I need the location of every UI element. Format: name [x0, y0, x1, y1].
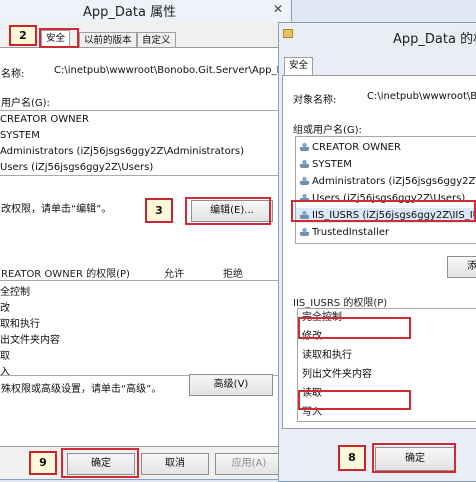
right-permission-list: 完全控制 修改 读取和执行 列出文件夹内容 读取 写入: [297, 308, 476, 422]
deny-header: 拒绝: [223, 269, 243, 280]
user-group-icon: [300, 142, 309, 151]
tab-customize[interactable]: 自定义: [137, 32, 176, 48]
list-item[interactable]: SYSTEM: [0, 128, 40, 143]
ok-button[interactable]: 确定: [67, 453, 135, 475]
tab-security-right[interactable]: 安全: [284, 57, 314, 75]
list-item-selected[interactable]: IIS_IUSRS (iZj56jsgs6ggy2Z\IIS_IUSR: [296, 208, 476, 223]
user-group-icon: [300, 159, 309, 168]
user-group-icon: [300, 176, 309, 185]
right-user-list[interactable]: CREATOR OWNER SYSTEM Administrators (iZj…: [295, 136, 476, 244]
permission-item: 读取: [302, 388, 322, 399]
list-item[interactable]: TrustedInstaller: [300, 225, 389, 240]
folder-icon: [283, 29, 293, 38]
user-group-icon: [300, 193, 309, 202]
step-badge-9: 9: [29, 451, 57, 475]
change-hint: 改权限，请单击“编辑”。: [1, 204, 112, 215]
apply-button[interactable]: 应用(A): [215, 453, 283, 475]
permission-item: 完全控制: [302, 312, 342, 323]
permission-list: 全控制 改 取和执行 出文件夹内容 取 入: [0, 280, 283, 376]
user-name: IIS_IUSRS (iZj56jsgs6ggy2Z\IIS_IUSR: [312, 210, 476, 221]
right-security-sheet: 对象名称: C:\inetpub\wwwroot\Bo 组或用户名(G): CR…: [282, 75, 476, 429]
right-ok-button[interactable]: 确定: [375, 447, 455, 471]
user-group-icon: [300, 210, 309, 219]
right-object-name-label: 对象名称:: [293, 95, 337, 106]
user-group-icon: [300, 227, 309, 236]
allow-header: 允许: [164, 269, 184, 280]
group-label: 用户名(G):: [1, 98, 50, 109]
right-group-label: 组或用户名(G):: [293, 125, 362, 136]
user-name: Users (iZj56jsgs6ggy2Z\Users): [312, 193, 466, 204]
right-titlebar: App_Data 的权: [279, 23, 476, 49]
edit-button[interactable]: 编辑(E)...: [191, 200, 273, 222]
user-list[interactable]: CREATOR OWNER SYSTEM Administrators (iZj…: [0, 110, 283, 176]
user-name: CREATOR OWNER: [312, 142, 401, 153]
tab-previous-versions[interactable]: 以前的版本: [79, 32, 137, 48]
user-name: Administrators (iZj56jsgs6ggy2Z\Adr: [312, 176, 476, 187]
right-permissions-window: App_Data 的权 安全 对象名称: C:\inetpub\wwwroot\…: [278, 22, 476, 482]
right-object-name-value: C:\inetpub\wwwroot\Bo: [367, 91, 476, 102]
list-item[interactable]: Users (iZj56jsgs6ggy2Z\Users): [0, 160, 153, 175]
list-item[interactable]: Administrators (iZj56jsgs6ggy2Z\Administ…: [0, 144, 244, 159]
permission-item: 列出文件夹内容: [302, 369, 372, 380]
permission-item: 读取和执行: [302, 350, 352, 361]
list-item[interactable]: SYSTEM: [300, 157, 352, 172]
object-name-label: 名称:: [1, 69, 25, 80]
list-item[interactable]: CREATOR OWNER: [300, 140, 401, 155]
permission-item: 写入: [302, 407, 322, 418]
left-titlebar: App_Data 属性 ✕: [0, 0, 291, 21]
list-item[interactable]: Users (iZj56jsgs6ggy2Z\Users): [300, 191, 465, 206]
step-badge-3: 3: [145, 198, 173, 223]
perm-header: REATOR OWNER 的权限(P): [1, 269, 130, 280]
permission-item: 全控制: [0, 287, 30, 298]
user-name: TrustedInstaller: [312, 227, 390, 238]
list-item[interactable]: Administrators (iZj56jsgs6ggy2Z\Adr: [300, 174, 476, 189]
permission-item: 改: [0, 303, 10, 314]
permission-item: 取: [0, 351, 10, 362]
right-window-title: App_Data 的权: [393, 32, 476, 47]
advanced-hint: 殊权限或高级设置，请单击“高级”。: [1, 384, 162, 395]
left-security-sheet: 名称: C:\inetpub\wwwroot\Bonobo.Git.Server…: [0, 47, 291, 447]
permission-item: 取和执行: [0, 319, 40, 330]
permission-item: 入: [0, 367, 10, 376]
user-name: SYSTEM: [312, 159, 352, 170]
close-icon[interactable]: ✕: [273, 2, 283, 16]
add-button[interactable]: 添加: [447, 256, 476, 278]
tab-security[interactable]: 安全: [41, 30, 71, 48]
cancel-button[interactable]: 取消: [141, 453, 209, 475]
step-badge-8: 8: [338, 445, 366, 471]
permission-item: 出文件夹内容: [0, 335, 60, 346]
advanced-button[interactable]: 高级(V): [189, 374, 273, 396]
object-name-value: C:\inetpub\wwwroot\Bonobo.Git.Server\App…: [54, 65, 291, 76]
list-item[interactable]: CREATOR OWNER: [0, 112, 89, 127]
permission-item: 修改: [302, 331, 322, 342]
step-badge-2: 2: [9, 25, 37, 46]
left-window-title: App_Data 属性: [83, 5, 177, 20]
left-properties-window: App_Data 属性 ✕ 安全 以前的版本 自定义 名称: C:\inetpu…: [0, 0, 292, 480]
right-perm-header: IIS_IUSRS 的权限(P): [293, 298, 388, 309]
